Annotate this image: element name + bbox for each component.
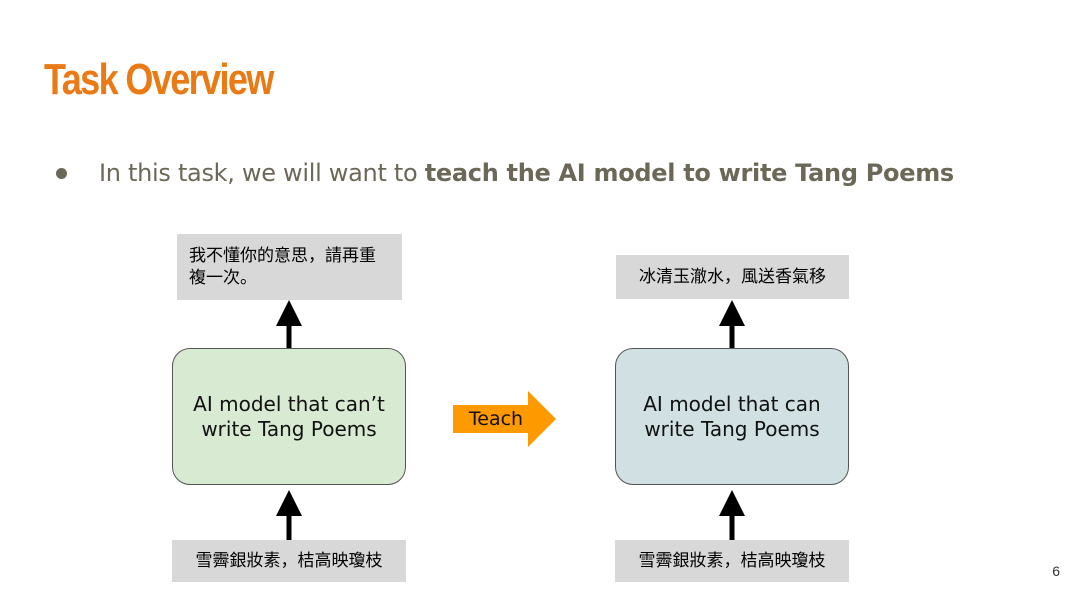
left-bottom-arrow-up-icon (276, 490, 302, 540)
right-model-line1: AI model that can (643, 391, 821, 416)
slide: Task Overview In this task, we will want… (0, 0, 1069, 591)
right-input-box: 雪霽銀妝素，桔高映瓊枝 (615, 540, 849, 582)
teach-arrow: Teach (453, 391, 556, 447)
right-model-line2: write Tang Poems (644, 416, 820, 441)
left-top-arrow-up-icon (276, 300, 302, 348)
slide-title: Task Overview (44, 55, 274, 104)
page-number: 6 (1052, 563, 1060, 579)
right-input-text: 雪霽銀妝素，桔高映瓊枝 (638, 551, 826, 571)
left-model-box: AI model that can’t write Tang Poems (172, 348, 406, 485)
left-input-text: 雪霽銀妝素，桔高映瓊枝 (195, 551, 383, 571)
left-output-box: 我不懂你的意思，請再重複一次。 (177, 234, 402, 300)
right-output-box: 冰清玉澈水，風送香氣移 (616, 255, 849, 299)
left-model-line2: write Tang Poems (201, 416, 377, 441)
bullet-text-prefix: In this task, we will want to (99, 159, 425, 187)
bullet-dot-icon (56, 167, 67, 179)
teach-label: Teach (468, 408, 524, 430)
bullet-text-bold: teach the AI model to write Tang Poems (424, 159, 955, 187)
bullet-text: In this task, we will want to teach the … (99, 159, 954, 187)
left-input-box: 雪霽銀妝素，桔高映瓊枝 (172, 540, 406, 582)
left-model-line1: AI model that can’t (193, 391, 385, 416)
right-output-text: 冰清玉澈水，風送香氣移 (639, 267, 826, 287)
right-model-box: AI model that can write Tang Poems (615, 348, 849, 485)
bullet-item: In this task, we will want to teach the … (56, 156, 954, 190)
right-top-arrow-up-icon (719, 300, 745, 348)
right-bottom-arrow-up-icon (719, 490, 745, 540)
left-output-text: 我不懂你的意思，請再重複一次。 (189, 246, 376, 288)
